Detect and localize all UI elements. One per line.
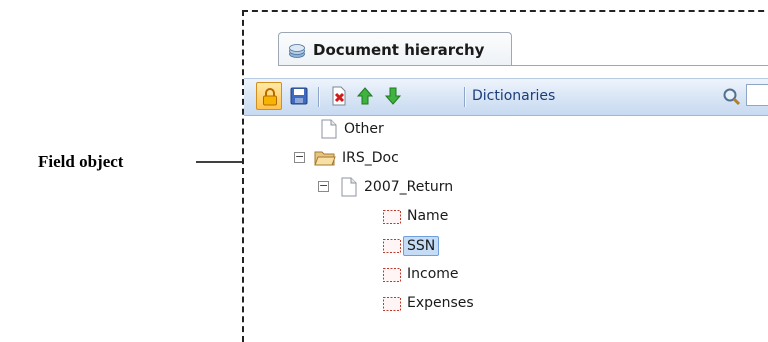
tree-node-label: Other bbox=[344, 121, 384, 137]
collapse-toggle-icon[interactable]: − bbox=[318, 180, 329, 192]
tree-node-label: Name bbox=[407, 208, 449, 224]
field-icon bbox=[382, 238, 402, 258]
toolbar-separator bbox=[318, 87, 320, 107]
tab-baseline bbox=[278, 65, 768, 66]
tree-node-label: 2007_Return bbox=[364, 179, 454, 195]
tree-node-label: Expenses bbox=[407, 295, 474, 311]
tree-node-label-selected: SSN bbox=[403, 236, 440, 256]
tab-label: Document hierarchy bbox=[313, 41, 485, 59]
field-icon bbox=[382, 209, 402, 229]
dictionaries-button[interactable]: Dictionaries bbox=[472, 88, 555, 104]
collapse-toggle-icon[interactable]: − bbox=[294, 151, 305, 163]
lock-button[interactable] bbox=[256, 82, 282, 110]
delete-button[interactable] bbox=[326, 82, 352, 110]
document-hierarchy-panel: Document hierarchy Dictionaries Other − … bbox=[242, 10, 768, 342]
toolbar: Dictionaries bbox=[244, 78, 768, 116]
tab-strip: Document hierarchy bbox=[244, 12, 768, 68]
tab-document-hierarchy[interactable]: Document hierarchy bbox=[278, 32, 512, 66]
tree-node-label: IRS_Doc bbox=[342, 150, 399, 166]
move-down-button[interactable] bbox=[380, 82, 406, 110]
field-object-callout-label: Field object bbox=[38, 152, 124, 171]
document-icon bbox=[340, 177, 358, 201]
field-icon bbox=[382, 296, 402, 316]
search-icon[interactable] bbox=[722, 87, 742, 111]
document-icon bbox=[320, 119, 338, 143]
search-input[interactable] bbox=[746, 84, 768, 106]
stack-icon bbox=[288, 42, 306, 64]
move-up-button[interactable] bbox=[352, 82, 378, 110]
save-button[interactable] bbox=[286, 82, 312, 110]
folder-open-icon bbox=[314, 149, 336, 171]
field-icon bbox=[382, 267, 402, 287]
toolbar-separator bbox=[464, 87, 466, 107]
tree-node-label: Income bbox=[407, 266, 459, 282]
